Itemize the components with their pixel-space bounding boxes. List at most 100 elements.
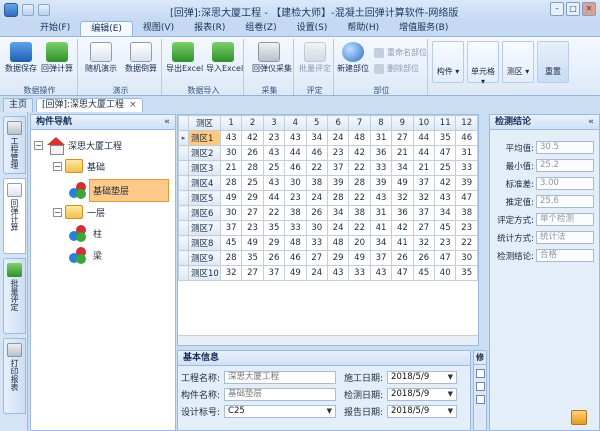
table-cell[interactable]: 43: [369, 190, 393, 206]
table-cell[interactable]: 34: [326, 205, 350, 221]
construction-date-field[interactable]: 2018/5/9 ▼: [387, 371, 458, 384]
table-row[interactable]: ▸ 测区1 43 42 23 43 34 24 48 31 27 44 35 46: [178, 130, 478, 146]
table-cell[interactable]: 47: [391, 265, 414, 281]
table-cell[interactable]: 33: [348, 265, 371, 281]
row-indicator[interactable]: [178, 235, 189, 251]
row-indicator[interactable]: [178, 220, 189, 236]
table-cell[interactable]: 24: [305, 265, 328, 281]
table-row[interactable]: 测区7 37 23 35 33 30 24 22 41 42 27 45 23: [178, 220, 478, 236]
table-cell[interactable]: 38: [455, 205, 478, 221]
table-cell[interactable]: 37: [262, 265, 286, 281]
table-cell[interactable]: 35: [262, 220, 286, 236]
table-cell[interactable]: 23: [284, 190, 307, 206]
table-cell[interactable]: 39: [326, 175, 350, 191]
row-header[interactable]: 测区6: [187, 205, 221, 221]
row-header[interactable]: 测区7: [187, 220, 221, 236]
table-cell[interactable]: 43: [326, 265, 350, 281]
table-cell[interactable]: 26: [241, 145, 264, 161]
table-cell[interactable]: 41: [391, 235, 414, 251]
table-cell[interactable]: 30: [284, 175, 307, 191]
reset-button[interactable]: 重置: [537, 41, 569, 83]
correction-checkbox-2[interactable]: [475, 382, 485, 391]
table-cell[interactable]: 22: [262, 205, 286, 221]
row-indicator[interactable]: [178, 160, 189, 176]
table-cell[interactable]: 34: [433, 205, 457, 221]
table-row[interactable]: 测区9 28 35 26 46 27 29 49 37 26 26 47 30: [178, 250, 478, 266]
table-cell[interactable]: 42: [391, 220, 414, 236]
side-tab-print[interactable]: 打印报表: [3, 338, 26, 414]
table-cell[interactable]: 22: [348, 160, 371, 176]
table-cell[interactable]: 43: [369, 265, 393, 281]
menu-item-1[interactable]: 编辑(E): [80, 21, 133, 36]
table-cell[interactable]: 38: [284, 205, 307, 221]
table-cell[interactable]: 32: [412, 235, 436, 251]
close-icon[interactable]: ✕: [582, 2, 596, 16]
side-tab-calc[interactable]: 回弹计算: [3, 178, 26, 254]
tree-node-foundation[interactable]: − 基础: [53, 159, 105, 173]
table-cell[interactable]: 43: [284, 130, 307, 146]
side-tab-batch[interactable]: 批量评定: [3, 258, 26, 334]
table-cell[interactable]: 24: [305, 190, 328, 206]
table-cell[interactable]: 37: [412, 205, 436, 221]
table-row[interactable]: 测区5 49 29 44 23 24 28 22 43 32 32 43 47: [178, 190, 478, 206]
table-cell[interactable]: 29: [262, 235, 286, 251]
random-demo-button[interactable]: 随机演示: [84, 39, 118, 83]
table-cell[interactable]: 26: [412, 250, 436, 266]
menu-item-3[interactable]: 报表(R): [184, 21, 235, 36]
horizontal-scrollbar[interactable]: [178, 335, 478, 345]
table-cell[interactable]: 49: [391, 175, 414, 191]
batch-evaluate-button[interactable]: 批量评定: [298, 39, 332, 83]
table-cell[interactable]: 44: [412, 145, 436, 161]
table-cell[interactable]: 31: [455, 145, 478, 161]
quick-undo-icon[interactable]: [38, 4, 50, 16]
collapse-node-icon[interactable]: −: [34, 140, 43, 150]
settings-corner-icon[interactable]: [571, 410, 587, 425]
column-header[interactable]: 7: [348, 115, 371, 131]
row-header[interactable]: 测区1: [187, 130, 221, 146]
table-cell[interactable]: 23: [241, 220, 264, 236]
table-cell[interactable]: 27: [241, 265, 264, 281]
table-cell[interactable]: 28: [219, 175, 243, 191]
zone-dropdown[interactable]: 测区 ▾: [502, 41, 534, 83]
table-cell[interactable]: 35: [241, 250, 264, 266]
table-cell[interactable]: 35: [455, 265, 478, 281]
row-header[interactable]: 测区10: [187, 265, 221, 281]
row-header[interactable]: 测区5: [187, 190, 221, 206]
column-header[interactable]: 10: [412, 115, 436, 131]
table-cell[interactable]: 23: [455, 220, 478, 236]
correction-checkbox-1[interactable]: [475, 369, 485, 378]
table-cell[interactable]: 46: [284, 250, 307, 266]
save-data-button[interactable]: 数据保存: [4, 39, 38, 83]
table-cell[interactable]: 49: [241, 235, 264, 251]
table-cell[interactable]: 23: [326, 145, 350, 161]
tree-node-beam[interactable]: 梁: [69, 247, 102, 264]
component-dropdown[interactable]: 构件 ▾: [432, 41, 464, 83]
table-cell[interactable]: 27: [391, 130, 414, 146]
correction-checkbox-3[interactable]: [475, 395, 485, 404]
menu-item-7[interactable]: 增值服务(B): [389, 21, 458, 36]
table-cell[interactable]: 33: [284, 220, 307, 236]
project-name-field[interactable]: 深思大厦工程: [224, 371, 337, 384]
table-cell[interactable]: 41: [369, 220, 393, 236]
app-icon[interactable]: [4, 3, 18, 17]
table-cell[interactable]: 46: [284, 160, 307, 176]
tree-node-foundation-pad[interactable]: 基础垫层: [69, 179, 169, 202]
table-cell[interactable]: 25: [262, 160, 286, 176]
import-excel-button[interactable]: 导入Excel: [206, 39, 243, 83]
table-cell[interactable]: 42: [241, 130, 264, 146]
table-cell[interactable]: 42: [348, 145, 371, 161]
table-cell[interactable]: 44: [412, 130, 436, 146]
table-cell[interactable]: 30: [455, 250, 478, 266]
table-cell[interactable]: 29: [326, 250, 350, 266]
table-cell[interactable]: 30: [219, 205, 243, 221]
component-name-field[interactable]: 基础垫层: [224, 388, 337, 401]
table-cell[interactable]: 32: [412, 190, 436, 206]
table-cell[interactable]: 22: [305, 160, 328, 176]
table-cell[interactable]: 26: [305, 205, 328, 221]
row-indicator[interactable]: [178, 190, 189, 206]
column-header[interactable]: 8: [369, 115, 393, 131]
row-indicator[interactable]: [178, 175, 189, 191]
reverse-calc-button[interactable]: 数据倒算: [124, 39, 158, 83]
menu-item-5[interactable]: 设置(S): [287, 21, 338, 36]
tree-node-column[interactable]: 柱: [69, 225, 102, 242]
